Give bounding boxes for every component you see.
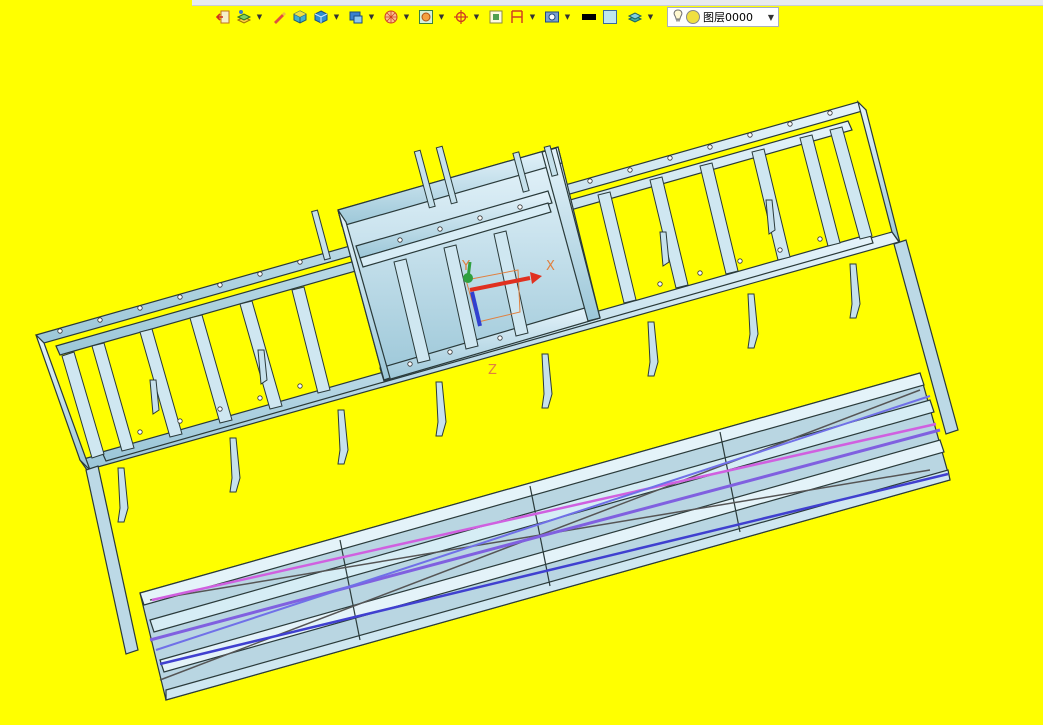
roller-cage <box>139 372 951 701</box>
3d-viewport[interactable]: ▼ ▼ ▼ ▼ ▼ ▼ ▼ ▼ ▼ 图层0000 ▼ X Y Z <box>0 0 1043 725</box>
axis-y-label: Y <box>461 259 470 274</box>
axis-z-label: Z <box>488 363 497 378</box>
axis-x-label: X <box>546 259 555 274</box>
cad-model-harrow[interactable]: X Y Z <box>0 0 1043 725</box>
